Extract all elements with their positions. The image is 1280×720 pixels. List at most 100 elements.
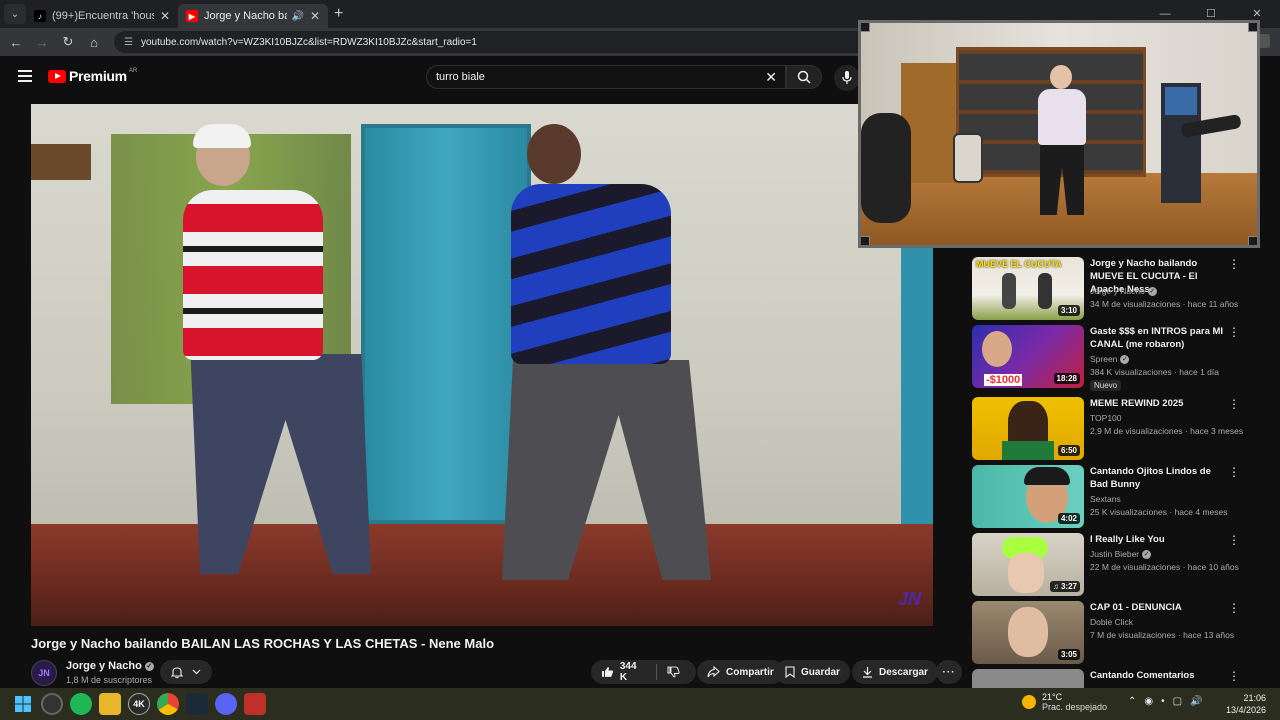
more-options-icon[interactable]: ⋮ (1228, 466, 1240, 478)
notifications-button[interactable] (160, 660, 212, 684)
chevron-up-icon[interactable]: ⌃ (1128, 696, 1136, 707)
recommendation-channel[interactable]: Sextans (1090, 494, 1121, 504)
recommendation-item[interactable]: ♫ 3:27 I Really Like You Justin Bieber ✓ … (972, 533, 1272, 597)
thumbs-up-icon (601, 667, 614, 677)
channel-text: TOP100 (1090, 413, 1122, 423)
more-options-icon[interactable]: ⋮ (1228, 398, 1240, 410)
recommendation-item[interactable]: -$1000 18:28 Gaste $$$ en INTROS para MI… (972, 325, 1272, 391)
steam-icon[interactable] (186, 693, 208, 715)
network-icon[interactable]: ◉ (1144, 696, 1153, 707)
more-actions-button[interactable]: ··· (936, 660, 962, 684)
download-button[interactable]: Descargar (852, 660, 938, 684)
recommendation-item[interactable]: 6:50 MEME REWIND 2025 TOP100 2,9 M de vi… (972, 397, 1272, 461)
discord-icon[interactable] (215, 693, 237, 715)
video-frame (31, 144, 91, 180)
recommendation-title[interactable]: MEME REWIND 2025 (1090, 397, 1230, 410)
site-info-icon[interactable]: ☰ (124, 37, 133, 48)
display-icon[interactable]: ▢ (1173, 696, 1182, 707)
recommendation-item[interactable]: 3:05 CAP 01 - DENUNCIA Doble Click 7 M d… (972, 601, 1272, 665)
video-thumbnail[interactable] (972, 669, 1084, 688)
app-4k-icon[interactable]: 4K (128, 693, 150, 715)
recommendation-item[interactable]: Cantando Comentarios ⋮ (972, 669, 1272, 688)
duration-badge: 4:02 (1057, 513, 1080, 524)
reload-icon[interactable]: ↻ (56, 34, 80, 50)
like-button[interactable]: 344 K (601, 661, 646, 683)
url-field[interactable]: ☰ youtube.com/watch?v=WZ3KI10BJZc&list=R… (114, 31, 874, 53)
like-dislike-group: 344 K (591, 660, 696, 684)
video-thumbnail[interactable]: 4:02 (972, 465, 1084, 528)
home-icon[interactable]: ⌂ (82, 35, 106, 50)
app-icon[interactable] (244, 693, 266, 715)
channel-watermark[interactable]: JN (898, 589, 921, 610)
video-title: Jorge y Nacho bailando BAILAN LAS ROCHAS… (31, 636, 495, 651)
video-thumbnail[interactable]: 6:50 (972, 397, 1084, 460)
url-text: youtube.com/watch?v=WZ3KI10BJZc&list=RDW… (140, 36, 477, 48)
forward-icon[interactable]: → (30, 35, 54, 50)
clear-search-icon[interactable]: ✕ (765, 69, 777, 86)
logo-text: Premium (69, 68, 127, 84)
recommendation-meta: 2,9 M de visualizaciones · hace 3 meses (1090, 426, 1244, 436)
recommendation-title[interactable]: I Really Like You (1090, 533, 1230, 546)
recommendation-title[interactable]: Cantando Ojitos Lindos de Bad Bunny (1090, 465, 1230, 491)
video-thumbnail[interactable]: -$1000 18:28 (972, 325, 1084, 388)
recommendation-channel[interactable]: Justin Bieber ✓ (1090, 549, 1152, 559)
duration-badge: 3:10 (1057, 305, 1080, 316)
clock[interactable]: 21:06 13/4/2026 (1226, 692, 1266, 716)
recommendation-title[interactable]: Gaste $$$ en INTROS para MI CANAL (me ro… (1090, 325, 1230, 351)
video-player[interactable]: JN (31, 104, 933, 626)
bell-icon (170, 666, 183, 678)
close-tab-icon[interactable]: ✕ (160, 9, 170, 23)
video-thumbnail[interactable]: 3:05 (972, 601, 1084, 664)
like-count: 344 K (619, 661, 637, 683)
recommendation-channel[interactable]: Jorge y Nacho ✓ (1090, 286, 1157, 296)
spotify-icon[interactable] (70, 693, 92, 715)
recommendation-meta: 25 K visualizaciones · hace 4 meses (1090, 507, 1228, 517)
tab-tiktok[interactable]: ♪ (99+)Encuentra 'house tour tre ✕ (26, 4, 178, 28)
recommendation-title[interactable]: CAP 01 - DENUNCIA (1090, 601, 1230, 614)
recommendation-title[interactable]: Cantando Comentarios (1090, 669, 1230, 682)
chrome-icon[interactable] (157, 693, 179, 715)
video-thumbnail[interactable]: ♫ 3:27 (972, 533, 1084, 596)
close-tab-icon[interactable]: ✕ (310, 9, 320, 23)
new-tab-button[interactable]: + (334, 5, 343, 23)
tab-youtube[interactable]: ▶ Jorge y Nacho bailando BAI 🔊 ✕ (178, 4, 328, 28)
more-options-icon[interactable]: ⋮ (1228, 534, 1240, 546)
chevron-down-icon (192, 669, 201, 675)
duration-badge: 18:28 (1053, 373, 1080, 384)
channel-name-link[interactable]: Jorge y Nacho ✓ (66, 660, 154, 672)
windows-start-icon[interactable] (12, 693, 34, 715)
channel-avatar[interactable]: JN (31, 660, 57, 686)
recommendation-channel[interactable]: Spreen ✓ (1090, 354, 1130, 364)
menu-icon[interactable] (18, 70, 32, 82)
voice-search-button[interactable] (834, 65, 860, 91)
more-options-icon[interactable]: ⋮ (1228, 258, 1240, 270)
search-input[interactable]: turro biale ✕ (426, 65, 786, 89)
save-button[interactable]: Guardar (775, 660, 850, 684)
file-explorer-icon[interactable] (99, 693, 121, 715)
thumbs-down-icon[interactable] (667, 666, 680, 678)
youtube-logo[interactable]: Premium AR (48, 68, 137, 84)
recommendation-item[interactable]: 4:02 Cantando Ojitos Lindos de Bad Bunny… (972, 465, 1272, 529)
back-icon[interactable]: ← (4, 35, 28, 50)
recommendation-item[interactable]: MUEVE EL CUCUTA 3:10 Jorge y Nacho baila… (972, 257, 1272, 321)
channel-text: Justin Bieber (1090, 549, 1140, 559)
recommendation-meta: 22 M de visualizaciones · hace 10 años (1090, 562, 1239, 572)
speaker-icon[interactable]: 🔊 (291, 11, 303, 22)
weather-widget[interactable]: 21°C Prac. despejado (1022, 692, 1107, 712)
share-button[interactable]: Compartir (697, 660, 784, 684)
download-label: Descargar (879, 666, 928, 678)
channel-text: Doble Click (1090, 617, 1133, 627)
search-button[interactable] (786, 65, 822, 89)
clock-time: 21:06 (1243, 693, 1266, 703)
microphone-icon[interactable]: • (1161, 696, 1165, 707)
screen: ⌄ ♪ (99+)Encuentra 'house tour tre ✕ ▶ J… (0, 0, 1280, 720)
recommendation-channel[interactable]: TOP100 (1090, 413, 1122, 423)
more-options-icon[interactable]: ⋮ (1228, 602, 1240, 614)
more-options-icon[interactable]: ⋮ (1228, 326, 1240, 338)
obs-icon[interactable] (41, 693, 63, 715)
volume-icon[interactable]: 🔊 (1190, 696, 1202, 707)
recommendation-channel[interactable]: Doble Click (1090, 617, 1133, 627)
video-thumbnail[interactable]: MUEVE EL CUCUTA 3:10 (972, 257, 1084, 320)
more-options-icon[interactable]: ⋮ (1228, 670, 1240, 682)
tab-search-button[interactable]: ⌄ (4, 4, 26, 24)
